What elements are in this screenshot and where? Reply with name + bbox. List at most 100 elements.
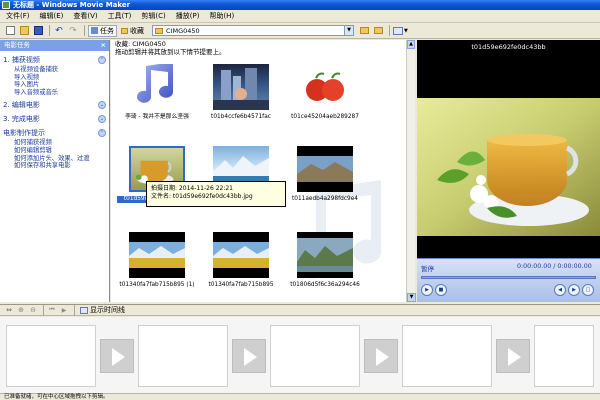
next-frame-button[interactable]: ▶ (568, 284, 580, 296)
collection-contents-pane: 收藏: CIMG0450 拖动剪辑并将其放到以下情节提要上。 李琦 - 我并不是… (111, 40, 411, 302)
menu-play[interactable]: 播放(P) (176, 11, 200, 21)
task-link[interactable]: 导入图片 (14, 81, 109, 89)
previous-frame-button[interactable]: ◀ (554, 284, 566, 296)
transition-arrow-icon (376, 348, 389, 366)
chevron-up-icon[interactable]: ⌃ (98, 129, 106, 138)
clip-caption: t01340fa7fab715b895 (1) (119, 282, 195, 288)
task-link[interactable]: 从视频设备捕获 (14, 66, 109, 74)
task-link[interactable]: 导入音频或音乐 (14, 89, 109, 97)
combo-arrow-icon[interactable]: ▼ (344, 26, 353, 35)
menu-clip[interactable]: 剪辑(C) (141, 11, 165, 21)
menu-help[interactable]: 帮助(H) (209, 11, 234, 21)
chevron-down-icon[interactable]: ⌄ (98, 101, 106, 110)
clip-thumbnail-image (213, 64, 269, 110)
transition-arrow-icon (112, 348, 125, 366)
open-project-button[interactable] (18, 25, 30, 37)
chevron-down-icon[interactable]: ⌄ (98, 115, 106, 124)
clip-info-tooltip: 拍摄日期: 2014-11-26 22:21 文件名: t01d59e692fe… (146, 181, 286, 207)
status-text: 已准备就绪，可在中心区域拖拽以下剪辑。 (4, 394, 109, 400)
play-button[interactable]: ▶ (421, 284, 433, 296)
zoom-out-button[interactable]: ⊖ (28, 305, 38, 315)
collections-icon (121, 27, 128, 34)
clip-thumbnail-image (297, 146, 353, 192)
storyboard-slot[interactable] (270, 325, 360, 387)
clip-tile[interactable]: t01806d5f6c36a294c46 (285, 232, 365, 300)
clip-tile[interactable]: t01340fa7fab715b895 (201, 232, 281, 300)
new-project-button[interactable] (4, 25, 16, 37)
task-section-finish[interactable]: 3. 完成电影 ⌄ (3, 114, 106, 124)
seek-bar[interactable] (421, 276, 596, 279)
up-folder-button[interactable] (358, 25, 370, 37)
clip-tile[interactable]: 李琦 - 我并不是那么坚强 (117, 64, 197, 132)
menu-tools[interactable]: 工具(T) (108, 11, 132, 21)
toolbar-separator (74, 304, 75, 316)
clip-tile[interactable]: t01340fa7fab715b895 (1) (117, 232, 197, 300)
rewind-storyboard-button[interactable]: ⏮ (47, 305, 57, 315)
set-audio-levels-button[interactable]: ⇔ (4, 305, 14, 315)
status-bar: 已准备就绪，可在中心区域拖拽以下剪辑。 (0, 393, 600, 400)
clip-tile[interactable]: t01ce45204aeb289287 (285, 64, 365, 132)
collections-button-label: 收藏 (130, 26, 144, 35)
new-document-icon (5, 26, 15, 35)
menu-edit[interactable]: 编辑(E) (40, 11, 64, 21)
fullscreen-button[interactable]: □ (582, 284, 594, 296)
transition-slot[interactable] (100, 339, 134, 373)
close-icon[interactable]: × (101, 40, 106, 51)
redo-button[interactable]: ↷ (67, 25, 79, 37)
scroll-down-icon[interactable]: ▼ (407, 293, 416, 302)
tasks-pane-header: 电影任务 × (0, 40, 109, 51)
storyboard-slot[interactable] (534, 325, 594, 387)
menu-bar: 文件(F) 编辑(E) 查看(V) 工具(T) 剪辑(C) 播放(P) 帮助(H… (0, 10, 600, 23)
title-bar[interactable]: 无标题 - Windows Movie Maker (0, 0, 600, 10)
chevron-up-icon[interactable]: ⌃ (98, 56, 106, 64)
up-folder-icon (359, 27, 369, 34)
task-link[interactable]: 如何保存和共享电影 (14, 162, 109, 170)
task-section-tips[interactable]: 电影制作提示 ⌃ (3, 128, 106, 138)
folder-icon (155, 27, 163, 34)
audio-note-icon (137, 64, 173, 103)
clip-caption: 李琦 - 我并不是那么坚强 (125, 114, 189, 120)
menu-view[interactable]: 查看(V) (73, 11, 97, 21)
task-section-edit[interactable]: 2. 编辑电影 ⌄ (3, 100, 106, 110)
preview-image (417, 98, 600, 236)
clip-thumbnail-image (297, 232, 353, 278)
undo-button[interactable]: ↶ (53, 25, 65, 37)
stop-button[interactable]: ■ (435, 284, 447, 296)
show-timeline-button[interactable]: 显示时间线 (78, 305, 127, 315)
scroll-up-icon[interactable]: ▲ (407, 40, 415, 49)
transition-slot[interactable] (364, 339, 398, 373)
tasks-button-label: 任务 (100, 26, 114, 35)
transition-slot[interactable] (496, 339, 530, 373)
play-storyboard-button[interactable]: ▶ (59, 305, 69, 315)
timeline-icon (80, 306, 88, 314)
clip-thumbnail-image (297, 64, 353, 110)
task-link[interactable]: 如何编辑剪辑 (14, 147, 109, 155)
tooltip-filename: 文件名: t01d59e692fe0dc43bb.jpg (151, 193, 253, 200)
task-link[interactable]: 如何捕获视频 (14, 139, 109, 147)
save-project-button[interactable] (32, 25, 44, 37)
storyboard-slot[interactable] (402, 325, 492, 387)
view-options-button[interactable]: ▼ (393, 25, 408, 37)
preview-clip-name: t01d59e692fe0dc43bb (471, 43, 546, 51)
collection-header: 收藏: CIMG0450 拖动剪辑并将其放到以下情节提要上。 (115, 40, 226, 56)
clip-caption: t01806d5f6c36a294c46 (290, 282, 360, 288)
zoom-in-button[interactable]: ⊕ (16, 305, 26, 315)
playback-time: 0:00:00.00 / 0:00:00.00 (517, 263, 592, 270)
collection-combo-value: CIMG0450 (166, 26, 200, 35)
task-section-capture[interactable]: 1. 捕获视频 ⌃ (3, 55, 106, 65)
storyboard-slot[interactable] (6, 325, 96, 387)
collections-button[interactable]: 收藏 (119, 25, 146, 37)
clip-tile[interactable]: t011aedb4a298fdc9e4 (285, 146, 365, 214)
tasks-button[interactable]: 任务 (88, 24, 117, 37)
app-window: 无标题 - Windows Movie Maker 文件(F) 编辑(E) 查看… (0, 0, 600, 400)
task-section-label: 2. 编辑电影 (3, 101, 40, 110)
new-collection-button[interactable] (372, 25, 384, 37)
main-toolbar: ↶ ↷ 任务 收藏 CIMG0450 ▼ ▼ (0, 23, 600, 39)
menu-file[interactable]: 文件(F) (6, 11, 30, 21)
clip-tile[interactable]: t01b4ccfe6b4571fac (201, 64, 281, 132)
storyboard-slot[interactable] (138, 325, 228, 387)
collection-scrollbar[interactable]: ▲ ▼ (406, 40, 416, 302)
playback-state: 暂停 (421, 265, 434, 273)
collection-combo[interactable]: CIMG0450 ▼ (152, 25, 354, 36)
transition-slot[interactable] (232, 339, 266, 373)
